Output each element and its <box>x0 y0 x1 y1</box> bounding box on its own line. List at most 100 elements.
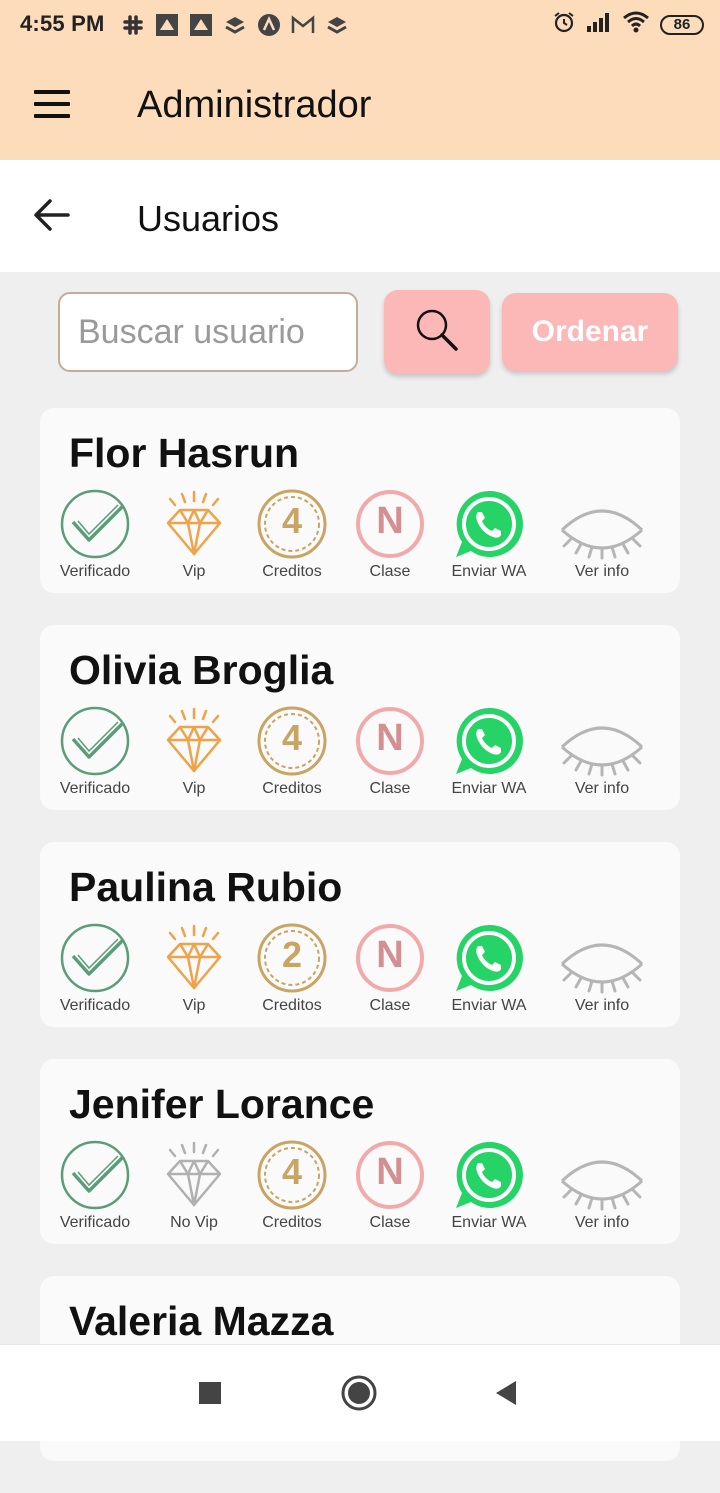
credits-badge[interactable]: 4 Creditos <box>237 1139 347 1232</box>
user-name: Jenifer Lorance <box>69 1081 375 1127</box>
class-badge[interactable]: N Clase <box>335 705 445 798</box>
user-actions: Verificado Vip 4 Creditos N Clase Enviar… <box>40 705 680 805</box>
user-card: Olivia Broglia Verificado Vip 4 Creditos… <box>40 625 680 810</box>
credits-label: Creditos <box>262 563 322 580</box>
slack-icon <box>120 12 146 38</box>
check-circle-icon <box>60 489 130 559</box>
view-info-button[interactable]: Ver info <box>547 1139 657 1232</box>
vip-badge[interactable]: No Vip <box>139 1139 249 1232</box>
search-input[interactable] <box>58 292 358 372</box>
closed-eye-icon <box>560 726 644 777</box>
whatsapp-button[interactable]: Enviar WA <box>434 705 544 798</box>
status-bar: 4:55 PM 86 <box>0 0 720 50</box>
status-time: 4:55 PM <box>20 11 105 36</box>
class-badge[interactable]: N Clase <box>335 922 445 1015</box>
user-card: Paulina Rubio Verificado Vip 2 Creditos … <box>40 842 680 1027</box>
diamond-icon <box>166 707 222 773</box>
user-card: Jenifer Lorance Verificado No Vip 4 Cred… <box>40 1059 680 1244</box>
class-label: Clase <box>369 563 411 580</box>
credits-count: 4 <box>281 1151 303 1192</box>
whatsapp-icon <box>456 707 523 774</box>
class-letter: N <box>376 1151 404 1193</box>
notification-icons <box>120 10 350 40</box>
view-info-button[interactable]: Ver info <box>547 922 657 1015</box>
user-list: Flor Hasrun Verificado Vip 4 Creditos N … <box>40 408 680 1493</box>
credits-label: Creditos <box>262 780 322 797</box>
whatsapp-label: Enviar WA <box>451 997 527 1014</box>
app-notification-icon <box>154 12 180 38</box>
credits-badge[interactable]: 4 Creditos <box>237 705 347 798</box>
credits-label: Creditos <box>262 997 322 1014</box>
view-info-label: Ver info <box>574 997 630 1014</box>
user-actions: Verificado Vip 2 Creditos N Clase Enviar… <box>40 922 680 1022</box>
section-header: Usuarios <box>0 160 720 272</box>
credits-count: 4 <box>281 500 303 541</box>
user-name: Flor Hasrun <box>69 430 300 476</box>
user-actions: Verificado No Vip 4 Creditos N Clase Env… <box>40 1139 680 1239</box>
whatsapp-icon <box>456 924 523 991</box>
class-badge[interactable]: N Clase <box>335 488 445 581</box>
whatsapp-label: Enviar WA <box>451 1214 527 1231</box>
verified-badge[interactable]: Verificado <box>40 1139 150 1232</box>
verified-label: Verificado <box>59 997 131 1014</box>
credits-badge[interactable]: 2 Creditos <box>237 922 347 1015</box>
vip-label: Vip <box>182 563 206 580</box>
app-notification-icon <box>188 12 214 38</box>
view-info-label: Ver info <box>574 1214 630 1231</box>
vip-label: Vip <box>182 997 206 1014</box>
credits-label: Creditos <box>262 1214 322 1231</box>
alarm-icon <box>552 10 576 39</box>
user-name: Paulina Rubio <box>69 864 343 910</box>
arrow-left-icon[interactable] <box>32 198 72 232</box>
hamburger-menu-icon[interactable] <box>34 90 70 118</box>
vip-badge[interactable]: Vip <box>139 488 249 581</box>
user-name: Valeria Mazza <box>69 1298 334 1344</box>
credits-count: 4 <box>281 717 303 758</box>
whatsapp-icon <box>456 490 523 557</box>
app-a-icon <box>256 12 282 38</box>
back-triangle-icon[interactable] <box>494 1379 518 1412</box>
credits-badge[interactable]: 4 Creditos <box>237 488 347 581</box>
verified-label: Verificado <box>59 563 131 580</box>
credits-count: 2 <box>281 934 303 975</box>
whatsapp-label: Enviar WA <box>451 563 527 580</box>
battery-indicator: 86 <box>660 14 704 35</box>
verified-badge[interactable]: Verificado <box>40 488 150 581</box>
user-name: Olivia Broglia <box>69 647 334 693</box>
view-info-button[interactable]: Ver info <box>547 488 657 581</box>
check-circle-icon <box>60 1140 130 1210</box>
closed-eye-icon <box>560 943 644 994</box>
class-label: Clase <box>369 1214 411 1231</box>
whatsapp-button[interactable]: Enviar WA <box>434 1139 544 1232</box>
home-circle-icon[interactable] <box>341 1375 377 1416</box>
gmail-icon <box>290 12 316 38</box>
class-letter: N <box>376 934 404 976</box>
search-button[interactable] <box>384 290 490 374</box>
class-badge[interactable]: N Clase <box>335 1139 445 1232</box>
verified-label: Verificado <box>59 1214 131 1231</box>
whatsapp-button[interactable]: Enviar WA <box>434 922 544 1015</box>
page-title: Usuarios <box>137 198 280 239</box>
recents-square-icon[interactable] <box>198 1381 222 1410</box>
signal-icon <box>586 11 612 38</box>
app-title: Administrador <box>137 84 372 126</box>
view-info-label: Ver info <box>574 563 630 580</box>
diamond-icon <box>166 490 222 556</box>
whatsapp-button[interactable]: Enviar WA <box>434 488 544 581</box>
layers-icon <box>222 12 248 38</box>
whatsapp-icon <box>456 1141 523 1208</box>
user-card: Flor Hasrun Verificado Vip 4 Creditos N … <box>40 408 680 593</box>
navigation-bar <box>0 1344 720 1441</box>
vip-badge[interactable]: Vip <box>139 922 249 1015</box>
view-info-label: Ver info <box>574 780 630 797</box>
vip-badge[interactable]: Vip <box>139 705 249 798</box>
view-info-button[interactable]: Ver info <box>547 705 657 798</box>
class-letter: N <box>376 717 404 759</box>
sort-button[interactable]: Ordenar <box>502 293 678 371</box>
class-letter: N <box>376 500 404 542</box>
class-label: Clase <box>369 780 411 797</box>
verified-label: Verificado <box>59 780 131 797</box>
verified-badge[interactable]: Verificado <box>40 705 150 798</box>
verified-badge[interactable]: Verificado <box>40 922 150 1015</box>
closed-eye-icon <box>560 509 644 560</box>
